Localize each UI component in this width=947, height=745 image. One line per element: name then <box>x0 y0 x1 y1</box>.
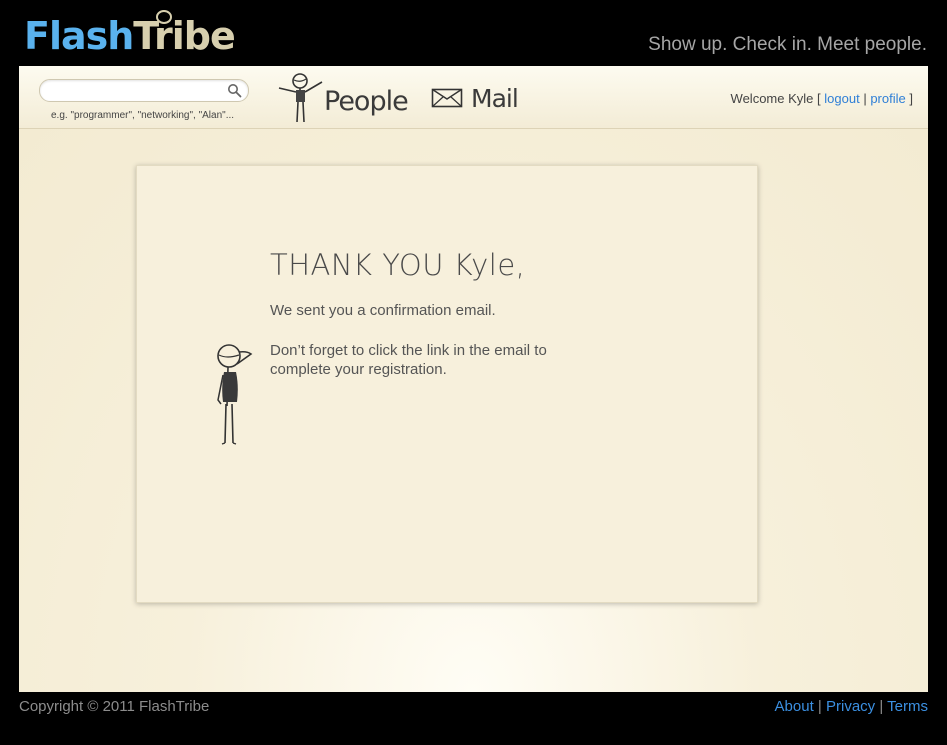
about-link[interactable]: About <box>775 698 814 715</box>
stick-figure-illustration <box>217 344 253 445</box>
registration-reminder: Don’t forget to click the link in the em… <box>270 342 547 378</box>
terms-link[interactable]: Terms <box>887 698 928 715</box>
logo-flash: Flash <box>24 14 134 58</box>
footer-sep-1: | <box>817 698 822 715</box>
logout-link[interactable]: logout <box>824 91 859 106</box>
search-input[interactable] <box>50 82 224 100</box>
stick-figure-icon <box>278 73 323 123</box>
top-bar: e.g. "programmer", "networking", "Alan".… <box>19 66 928 129</box>
nav-people[interactable]: People <box>276 72 409 126</box>
nav-mail-label: Mail <box>471 84 519 113</box>
logo-tribe: Tribe <box>133 14 235 58</box>
search-icon[interactable] <box>227 83 242 98</box>
tagline: Show up. Check in. Meet people. <box>648 34 927 55</box>
envelope-icon <box>431 88 463 108</box>
bracket-close: ] <box>909 91 913 106</box>
footer-sep-2: | <box>879 698 884 715</box>
nav-mail[interactable]: Mail <box>431 80 521 114</box>
footer-links: About | Privacy | Terms <box>775 698 928 715</box>
search-hint: e.g. "programmer", "networking", "Alan".… <box>51 110 235 121</box>
bracket-open: [ <box>817 91 821 106</box>
welcome-text: Welcome Kyle <box>730 91 814 106</box>
thank-you-title: THANK YOU Kyle, <box>270 248 526 282</box>
privacy-link[interactable]: Privacy <box>826 698 875 715</box>
nav-people-label: People <box>324 86 409 117</box>
welcome-bar: Welcome Kyle [ logout | profile ] <box>731 91 913 106</box>
search-box[interactable] <box>39 79 249 102</box>
content-area: THANK YOU Kyle, We sent you a confirmati… <box>19 129 928 692</box>
link-separator: | <box>863 91 867 106</box>
confirmation-card: THANK YOU Kyle, We sent you a confirmati… <box>136 165 758 603</box>
confirmation-message: We sent you a confirmation email. <box>270 302 496 319</box>
logo[interactable]: FlashTribe <box>24 14 236 58</box>
copyright: Copyright © 2011 FlashTribe <box>19 698 210 715</box>
profile-link[interactable]: profile <box>870 91 905 106</box>
logo-ring-icon <box>156 10 172 24</box>
